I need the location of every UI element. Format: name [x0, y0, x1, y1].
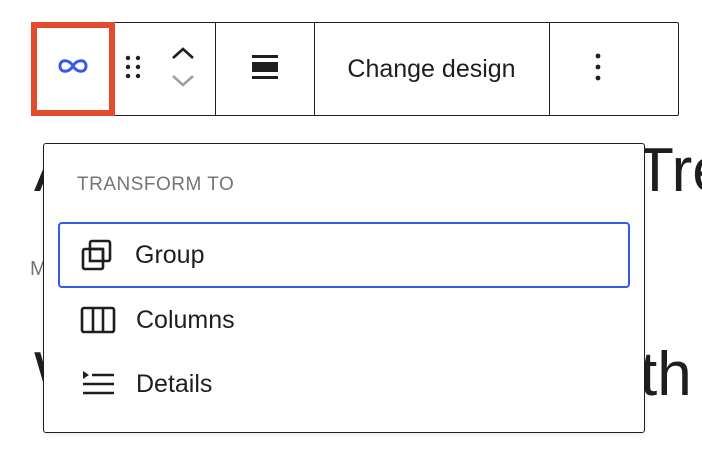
move-down-button[interactable] [170, 70, 196, 96]
move-up-button[interactable] [170, 42, 196, 68]
link-icon [55, 55, 91, 82]
drag-handle-button[interactable] [115, 23, 151, 115]
design-group: Change design [315, 23, 550, 115]
transform-item-details[interactable]: Details [58, 351, 630, 417]
block-type-button[interactable] [30, 21, 115, 116]
editor-canvas: A Tre M W th [0, 0, 702, 458]
details-icon [78, 364, 118, 404]
transform-item-label: Details [136, 369, 213, 398]
align-button[interactable] [216, 23, 314, 115]
block-movers [151, 23, 215, 115]
block-toolbar: Change design [30, 21, 679, 116]
more-vertical-icon [594, 51, 602, 88]
change-design-button[interactable]: Change design [315, 23, 549, 115]
alignment-group [216, 23, 315, 115]
transform-item-label: Group [135, 240, 205, 269]
background-heading-1-end: Tre [636, 136, 702, 205]
transform-item-label: Columns [136, 305, 235, 334]
options-button[interactable] [550, 23, 646, 115]
transform-dropdown: TRANSFORM TO Group Columns Details [43, 143, 645, 433]
drag-handle-icon [122, 52, 144, 87]
transform-item-columns[interactable]: Columns [58, 287, 630, 353]
options-group [550, 23, 646, 115]
chevron-up-icon [170, 45, 196, 66]
group-icon [77, 235, 117, 275]
background-heading-2-end: th [640, 340, 692, 409]
columns-icon [78, 300, 118, 340]
align-icon [250, 52, 280, 87]
dropdown-title: TRANSFORM TO [77, 174, 235, 195]
chevron-down-icon [170, 73, 196, 94]
transform-item-group[interactable]: Group [58, 222, 630, 288]
block-controls-group [30, 21, 216, 116]
